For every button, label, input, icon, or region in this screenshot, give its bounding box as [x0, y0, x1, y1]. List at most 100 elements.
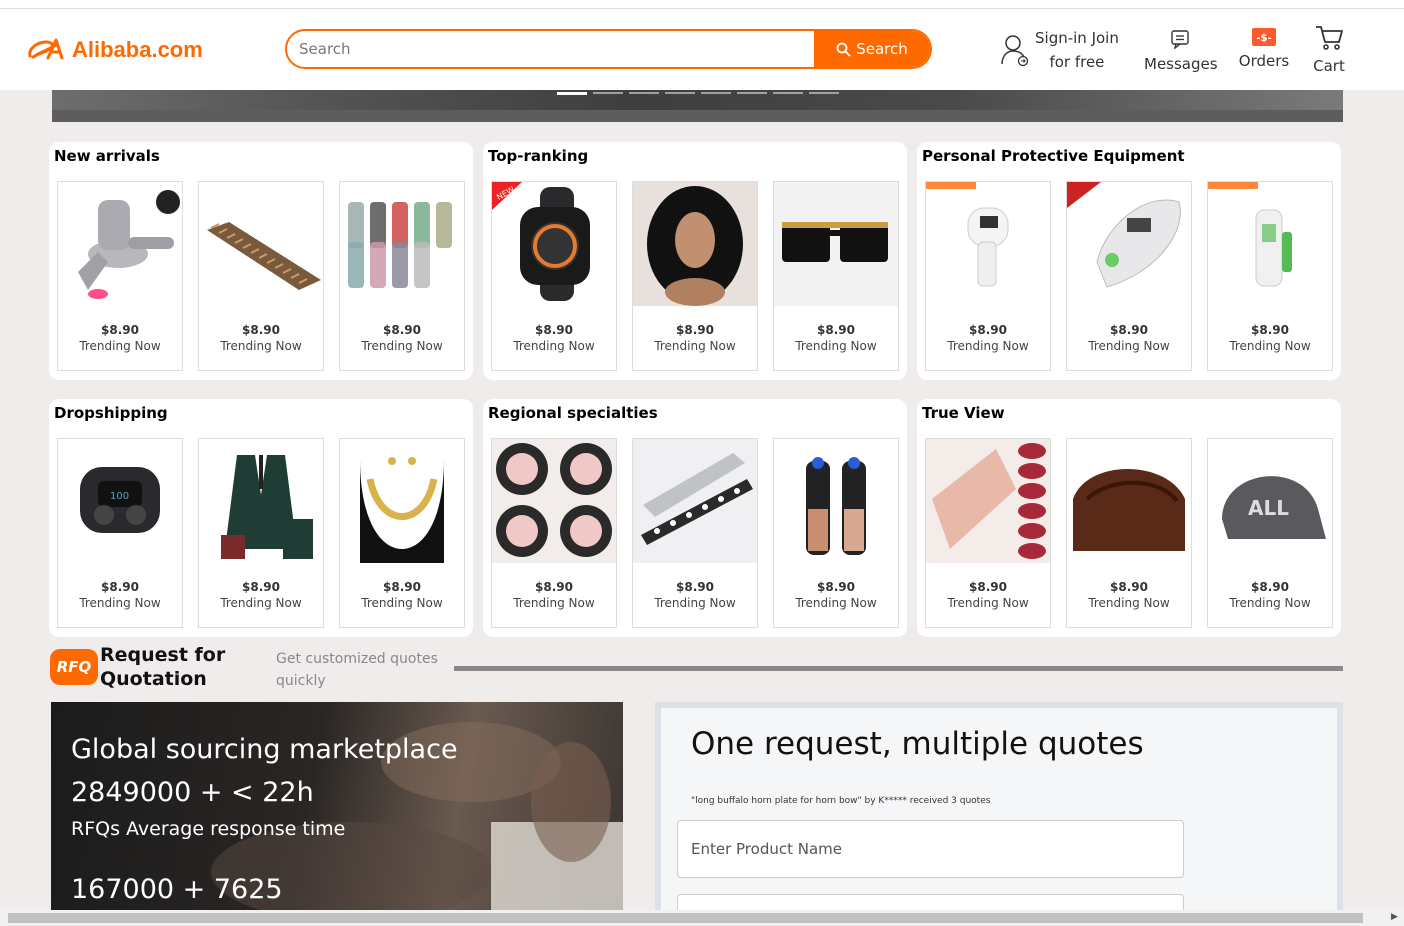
product-tag: Trending Now [220, 339, 302, 353]
svg-text:100: 100 [110, 491, 129, 502]
product-item[interactable]: $8.90 Trending Now [339, 438, 465, 628]
product-item[interactable]: $8.90 Trending Now [925, 181, 1051, 371]
product-item[interactable]: $8.90 Trending Now [198, 181, 324, 371]
search-icon [836, 42, 851, 56]
section-title[interactable]: New arrivals [54, 147, 160, 165]
wig-image [633, 182, 757, 306]
eyelashes-image [492, 439, 616, 563]
section-title[interactable]: True View [922, 404, 1005, 422]
rfq-header: RFQ Request for Quotation [50, 643, 225, 691]
cart-icon [1316, 26, 1343, 50]
product-tag: Trending Now [79, 339, 161, 353]
product-price: $8.90 [535, 580, 573, 594]
product-tag: Trending Now [795, 339, 877, 353]
product-item[interactable]: ALL $8.90 Trending Now [1207, 438, 1333, 628]
carousel-dot[interactable] [737, 92, 767, 94]
product-item[interactable]: $8.90 Trending Now [198, 438, 324, 628]
tumblers-image [340, 182, 464, 306]
product-section-card: Personal Protective Equipment $8.90 Trendi… [917, 142, 1341, 380]
product-section-card: Top-ranking NEW $8.90 Trending Now $8.90 Tren… [483, 142, 907, 380]
signin-link[interactable]: Sign-in Join for free [1000, 26, 1119, 74]
product-price: $8.90 [1110, 580, 1148, 594]
rfq-divider [454, 666, 1343, 671]
product-item[interactable]: 100 $8.90 Trending Now [57, 438, 183, 628]
horizontal-scrollbar[interactable]: ▶ [0, 910, 1404, 926]
sourcing-stat-label: RFQs Average response time [71, 818, 346, 840]
svg-text:ALL: ALL [1248, 496, 1289, 520]
carousel-dot[interactable] [557, 92, 587, 95]
product-item[interactable]: $8.90 Trending Now [1066, 181, 1192, 371]
section-title[interactable]: Dropshipping [54, 404, 168, 422]
alibaba-logo-icon [28, 38, 64, 60]
pepper-grinder-image [774, 439, 898, 563]
product-item[interactable]: $8.90 Trending Now [773, 438, 899, 628]
rfq-title-line2: Quotation [100, 668, 207, 690]
carousel-dot[interactable] [701, 92, 731, 94]
sunglasses-image [774, 182, 898, 306]
tile-trim-image [633, 439, 757, 563]
lipstick-set-image [926, 439, 1050, 563]
message-icon [1171, 30, 1189, 50]
search-button-label: Search [856, 40, 908, 58]
smartwatch-image: NEW [492, 182, 616, 306]
hero-banner[interactable] [52, 90, 1343, 122]
quote-example: "long buffalo horn plate for horn bow" b… [691, 796, 991, 806]
section-title[interactable]: Top-ranking [488, 147, 588, 165]
orders-link[interactable]: -$- Orders [1237, 28, 1291, 70]
logo-text: Alibaba.com [72, 37, 203, 62]
product-tag: Trending Now [1088, 596, 1170, 610]
product-tag: Trending Now [654, 596, 736, 610]
svg-text:-$-: -$- [1256, 33, 1271, 44]
carousel-dot[interactable] [809, 92, 839, 94]
product-price: $8.90 [242, 580, 280, 594]
product-price: $8.90 [383, 580, 421, 594]
search-bar: Search [285, 29, 932, 69]
product-item[interactable]: NEW $8.90 Trending Now [491, 181, 617, 371]
product-price: $8.90 [535, 323, 573, 337]
product-tag: Trending Now [220, 596, 302, 610]
product-item[interactable]: $8.90 Trending Now [339, 181, 465, 371]
product-price: $8.90 [242, 323, 280, 337]
carousel-dot[interactable] [593, 92, 623, 94]
product-item[interactable]: $8.90 Trending Now [1207, 181, 1333, 371]
carousel-dot[interactable] [629, 92, 659, 94]
search-button[interactable]: Search [814, 31, 930, 67]
messages-link[interactable]: Messages [1144, 29, 1218, 73]
alibaba-logo[interactable]: Alibaba.com [26, 36, 203, 64]
carousel-dot[interactable] [665, 92, 695, 94]
product-item[interactable]: $8.90 Trending Now [57, 181, 183, 371]
scrollbar-thumb[interactable] [8, 913, 1363, 923]
product-price: $8.90 [383, 323, 421, 337]
rfq-logo: RFQ [50, 649, 98, 685]
rfq-title-line1: Request for [100, 644, 226, 666]
product-item[interactable]: $8.90 Trending Now [491, 438, 617, 628]
section-title[interactable]: Personal Protective Equipment [922, 147, 1185, 165]
product-tag: Trending Now [947, 339, 1029, 353]
rfq-title: Request for Quotation [100, 643, 225, 691]
search-input[interactable] [287, 31, 814, 67]
scroll-right-arrow[interactable]: ▶ [1391, 912, 1398, 922]
product-tag: Trending Now [361, 596, 443, 610]
thermometer-gun-image [926, 182, 1050, 306]
carousel-indicators [557, 92, 839, 95]
sourcing-panel: Global sourcing marketplace 2849000 + < … [51, 702, 623, 910]
product-section-card: Regional specialties $8.90 Trending Now $8.… [483, 399, 907, 637]
product-price: $8.90 [101, 580, 139, 594]
product-item[interactable]: $8.90 Trending Now [632, 181, 758, 371]
forehead-thermometer-image [1208, 182, 1332, 306]
carousel-dot[interactable] [773, 92, 803, 94]
product-price: $8.90 [676, 580, 714, 594]
product-price: $8.90 [676, 323, 714, 337]
product-item[interactable]: $8.90 Trending Now [632, 438, 758, 628]
earbuds-image: 100 [58, 439, 182, 563]
sourcing-stat-2: 167000 + 7625 [71, 874, 283, 905]
messages-label: Messages [1144, 55, 1218, 73]
product-item[interactable]: $8.90 Trending Now [925, 438, 1051, 628]
cart-link[interactable]: Cart [1310, 25, 1348, 75]
section-title[interactable]: Regional specialties [488, 404, 658, 422]
product-item[interactable]: $8.90 Trending Now [773, 181, 899, 371]
product-price: $8.90 [969, 580, 1007, 594]
quote-form-panel: One request, multiple quotes "long buffa… [655, 702, 1343, 926]
product-item[interactable]: $8.90 Trending Now [1066, 438, 1192, 628]
product-name-input[interactable] [677, 820, 1184, 878]
